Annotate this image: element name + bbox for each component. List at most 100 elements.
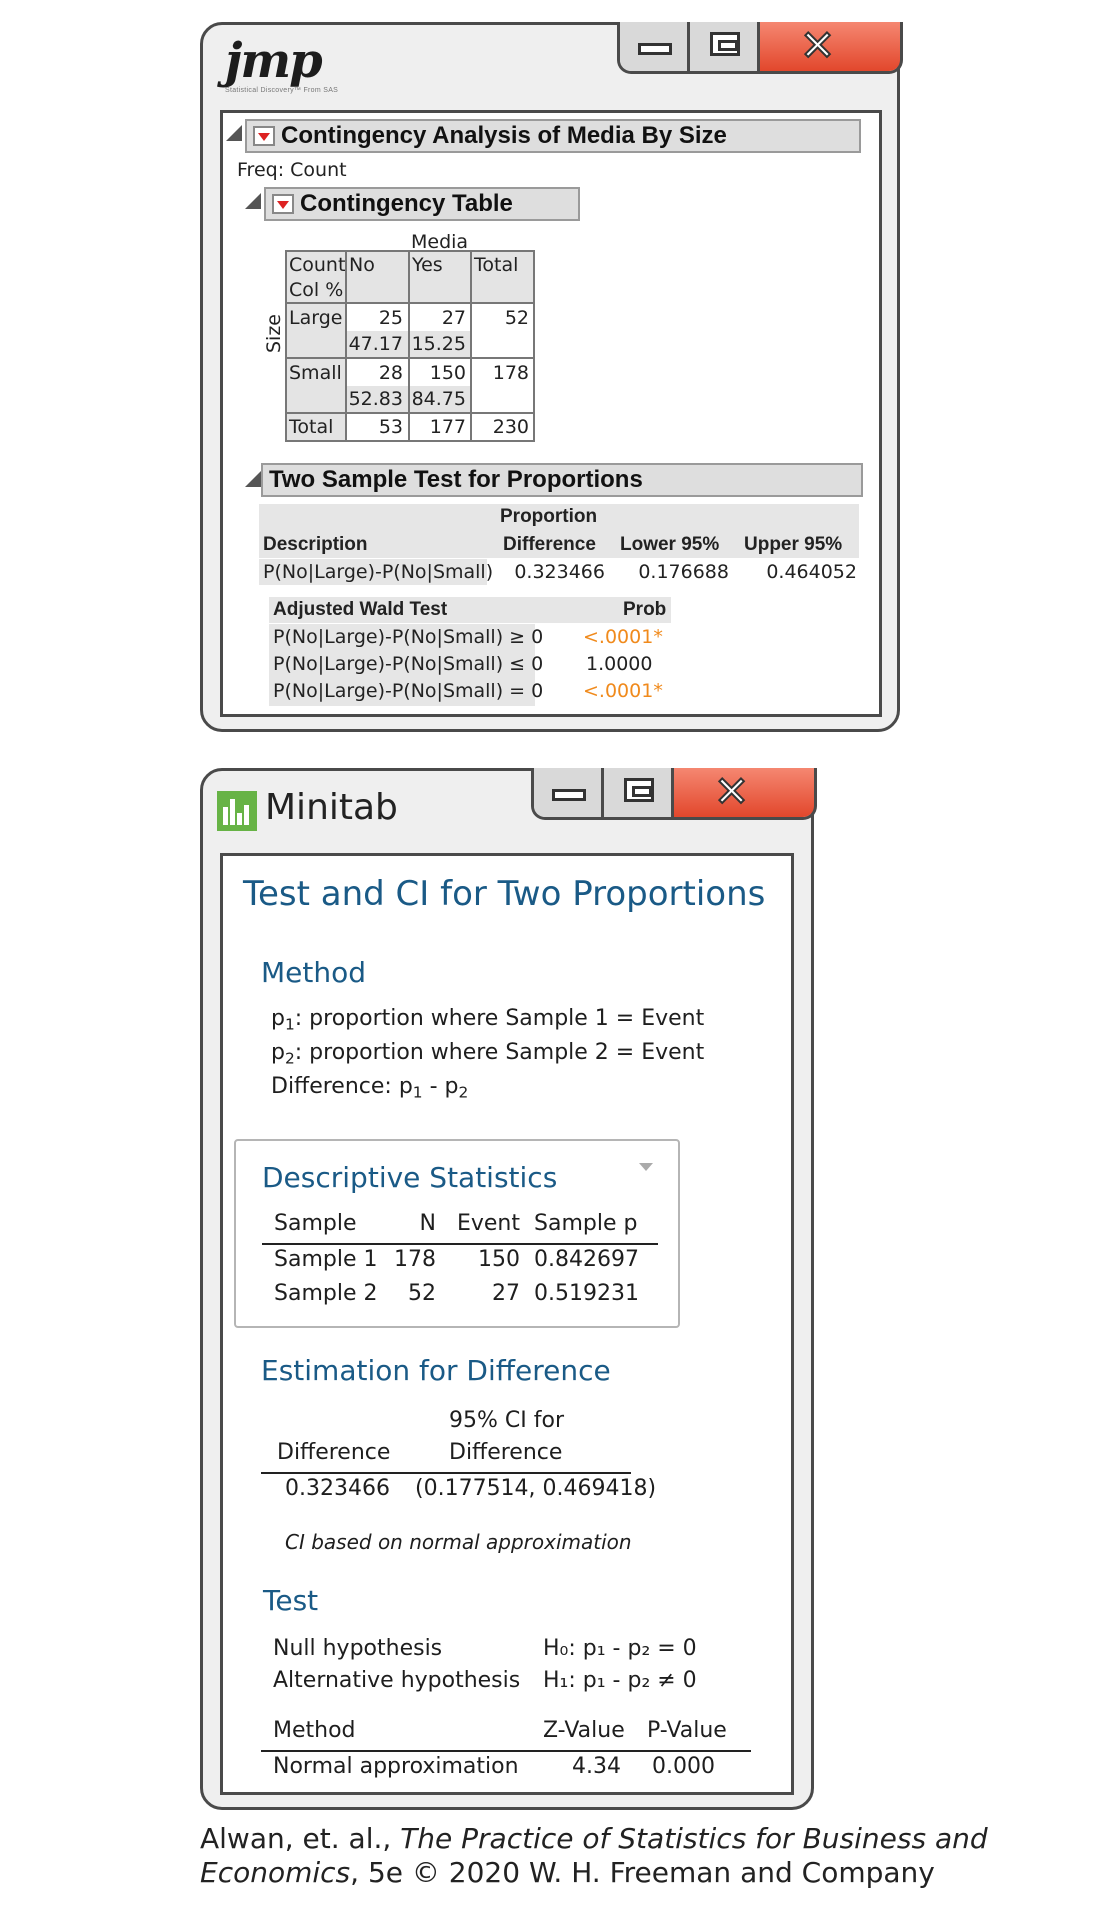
desc-header-samplep: Sample p <box>534 1211 638 1236</box>
contingency-analysis-header: Contingency Analysis of Media By Size <box>245 119 861 153</box>
disclosure-triangle-icon[interactable] <box>245 193 261 209</box>
maximize-button[interactable] <box>690 22 760 71</box>
ct-row-label: Small <box>289 362 342 384</box>
ct-cell: 27 <box>441 307 466 329</box>
wald-row-label: P(No|Large)-P(No|Small) = 0 <box>273 680 544 702</box>
desc-cell: 27 <box>492 1281 520 1306</box>
close-icon: ✕ <box>799 22 836 70</box>
upper-header: Upper 95% <box>744 534 843 555</box>
wald-row-prob: <.0001* <box>583 680 663 702</box>
minimize-button[interactable] <box>620 22 690 71</box>
prop-header: Proportion <box>500 506 598 527</box>
source-caption-line-2: Economics, 5e © 2020 W. H. Freeman and C… <box>200 1856 935 1889</box>
maximize-button[interactable] <box>604 768 674 817</box>
two-sample-test-header: Two Sample Test for Proportions <box>261 463 863 497</box>
descriptive-statistics-panel: Descriptive Statistics Sample N Event Sa… <box>234 1139 680 1328</box>
ct-total-label: Total <box>289 416 334 438</box>
ci-header-line2: Difference <box>449 1440 563 1465</box>
close-button[interactable]: ✕ <box>760 22 900 71</box>
ct-cell: 150 <box>429 362 466 384</box>
test-header-method: Method <box>273 1718 356 1743</box>
test-header-p: P-Value <box>647 1718 727 1743</box>
wald-row-label: P(No|Large)-P(No|Small) ≥ 0 <box>273 626 544 648</box>
minimize-icon <box>552 789 586 801</box>
ci-note: CI based on normal approximation <box>285 1530 632 1554</box>
minitab-output-area: Test and CI for Two Proportions Method p… <box>220 853 794 1795</box>
ct-cell: 177 <box>429 416 466 438</box>
upper-value: 0.464052 <box>766 561 857 583</box>
maximize-icon <box>710 32 740 56</box>
desc-cell: 0.519231 <box>534 1281 639 1306</box>
difference-header: Difference <box>503 534 596 555</box>
desc-header-event: Event <box>456 1211 520 1236</box>
test-header-z: Z-Value <box>543 1718 625 1743</box>
jmp-report-area: Contingency Analysis of Media By Size Fr… <box>220 110 882 717</box>
main-title: Test and CI for Two Proportions <box>243 874 766 914</box>
wald-prob-header: Prob <box>623 599 667 620</box>
ct-cell: 52 <box>504 307 529 329</box>
disclosure-triangle-icon[interactable] <box>226 125 242 141</box>
wald-row-prob: 1.0000 <box>586 653 653 675</box>
ct-row-label: Large <box>289 307 343 329</box>
app-title: Minitab <box>265 787 398 828</box>
jmp-logo: jmp <box>225 33 323 89</box>
desc-cell: 150 <box>478 1247 520 1272</box>
diff-value: 0.323466 <box>285 1476 390 1501</box>
desc-header-sample: Sample <box>274 1211 357 1236</box>
ct-cell: 84.75 <box>411 388 466 410</box>
ci-header-line1: 95% CI for <box>449 1408 564 1433</box>
ct-cell: 15.25 <box>411 333 466 355</box>
ct-cell: 230 <box>492 416 529 438</box>
minitab-logo-icon <box>217 791 257 831</box>
ct-cell: 47.17 <box>348 333 403 355</box>
wald-row-label: P(No|Large)-P(No|Small) ≤ 0 <box>273 653 544 675</box>
close-button[interactable]: ✕ <box>674 768 814 817</box>
jmp-window: jmp Statistical Discovery™ From SAS ✕ Co… <box>200 22 903 732</box>
alt-value: H₁: p₁ - p₂ ≠ 0 <box>543 1668 697 1693</box>
lower-value: 0.176688 <box>638 561 729 583</box>
difference-value: 0.323466 <box>514 561 605 583</box>
red-triangle-menu-icon[interactable] <box>272 194 294 214</box>
lower-header: Lower 95% <box>620 534 720 555</box>
desc-cell: Sample 1 <box>274 1247 378 1272</box>
alt-label: Alternative hypothesis <box>273 1668 521 1693</box>
ct-header-yes: Yes <box>412 254 443 276</box>
disclosure-triangle-icon[interactable] <box>245 471 261 487</box>
red-triangle-menu-icon[interactable] <box>253 126 275 146</box>
desc-header-n: N <box>419 1211 436 1236</box>
ct-cell: 25 <box>378 307 403 329</box>
ci-value: (0.177514, 0.469418) <box>415 1476 657 1501</box>
descriptive-title: Descriptive Statistics <box>262 1161 558 1194</box>
desc-cell: Sample 2 <box>274 1281 378 1306</box>
section-title: Contingency Analysis of Media By Size <box>281 122 727 149</box>
ct-title: Contingency Table <box>300 190 513 217</box>
contingency-table-header: Contingency Table <box>264 187 580 221</box>
ct-legend-count: Count <box>289 254 346 276</box>
ct-cell: 53 <box>378 416 403 438</box>
close-icon: ✕ <box>713 768 750 816</box>
ct-legend-colpct: Col % <box>289 279 344 301</box>
method-title: Method <box>261 956 367 989</box>
freq-label: Freq: Count <box>237 159 347 181</box>
null-value: H₀: p₁ - p₂ = 0 <box>543 1636 697 1661</box>
source-caption-line-1: Alwan, et. al., The Practice of Statisti… <box>200 1822 988 1855</box>
test-title: Test <box>263 1584 319 1617</box>
minimize-button[interactable] <box>534 768 604 817</box>
description-header: Description <box>263 534 368 555</box>
diff-header: Difference <box>277 1440 391 1465</box>
desc-cell: 52 <box>408 1281 436 1306</box>
two-sample-title: Two Sample Test for Proportions <box>269 466 643 493</box>
test-cell-p: 0.000 <box>652 1754 715 1779</box>
ct-row-var: Size <box>263 313 285 353</box>
wald-row-prob: <.0001* <box>583 626 663 648</box>
method-line-2: p2: proportion where Sample 2 = Event <box>271 1040 705 1068</box>
collapse-caret-icon[interactable] <box>639 1163 653 1171</box>
wald-title: Adjusted Wald Test <box>273 599 448 620</box>
jmp-window-controls: ✕ <box>617 22 903 74</box>
ct-cell: 178 <box>492 362 529 384</box>
ct-header-total: Total <box>474 254 519 276</box>
maximize-icon <box>624 778 654 802</box>
ct-cell: 28 <box>378 362 403 384</box>
description-value: P(No|Large)-P(No|Small) <box>263 561 494 583</box>
desc-cell: 0.842697 <box>534 1247 639 1272</box>
